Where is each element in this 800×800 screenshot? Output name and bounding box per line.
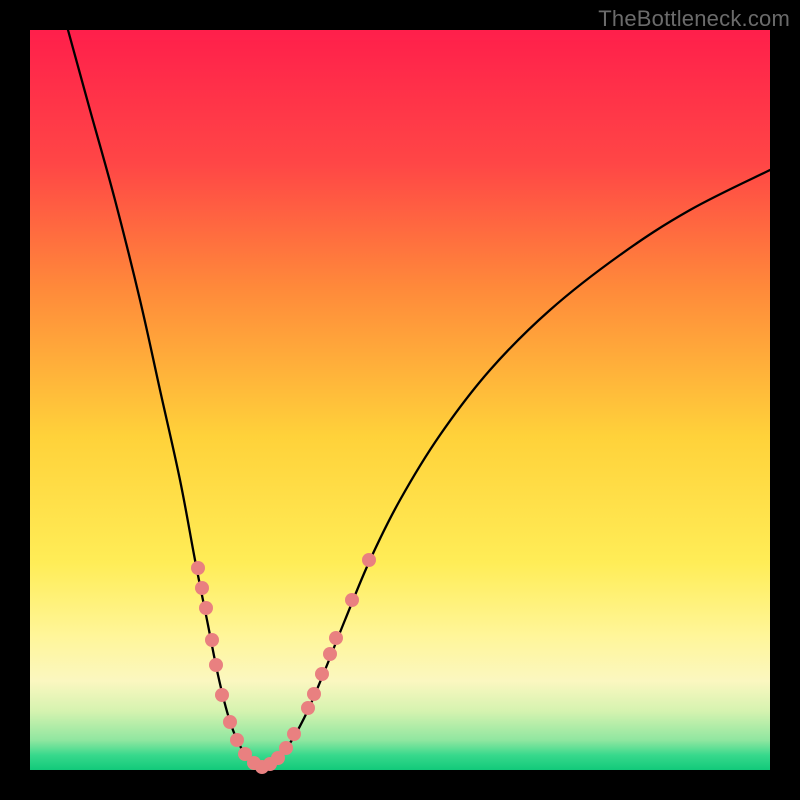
data-marker (287, 727, 301, 741)
plot-area (30, 30, 770, 770)
data-marker (301, 701, 315, 715)
data-marker (199, 601, 213, 615)
data-marker (230, 733, 244, 747)
data-marker (215, 688, 229, 702)
data-marker (195, 581, 209, 595)
bottleneck-curve-right (262, 170, 770, 768)
chart-svg (30, 30, 770, 770)
data-marker (345, 593, 359, 607)
data-marker (223, 715, 237, 729)
data-marker (329, 631, 343, 645)
chart-frame: TheBottleneck.com (0, 0, 800, 800)
data-marker (209, 658, 223, 672)
data-marker (205, 633, 219, 647)
data-marker (323, 647, 337, 661)
data-marker (307, 687, 321, 701)
data-marker (315, 667, 329, 681)
watermark-text: TheBottleneck.com (598, 6, 790, 32)
data-marker (362, 553, 376, 567)
data-marker (191, 561, 205, 575)
bottleneck-curve-left (68, 30, 262, 768)
data-marker (279, 741, 293, 755)
